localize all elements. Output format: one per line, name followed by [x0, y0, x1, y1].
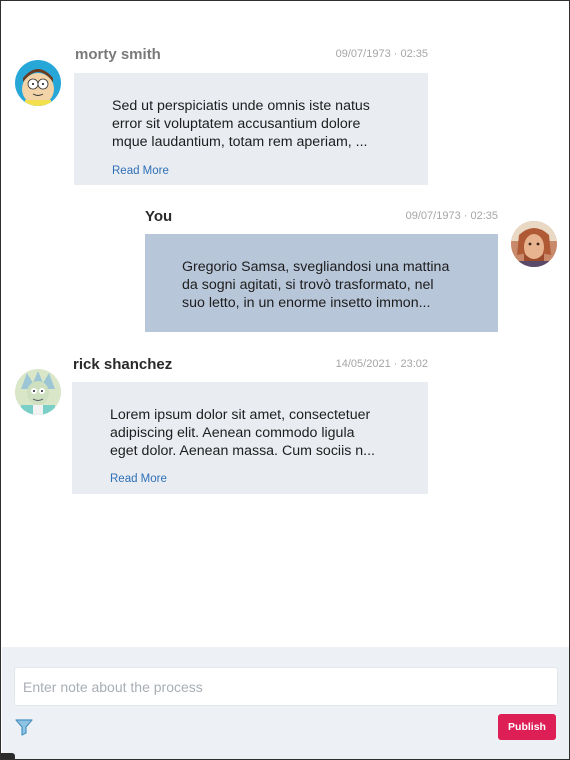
message-author: morty smith: [75, 46, 161, 63]
publish-button[interactable]: Publish: [498, 714, 556, 740]
corner-indicator: [1, 753, 15, 759]
note-composer: Publish: [2, 647, 569, 759]
rick-avatar[interactable]: [15, 369, 61, 415]
message-timestamp: 09/07/1973 · 02:35: [335, 48, 428, 60]
message-bubble: Lorem ipsum dolor sit amet, consectetuer…: [72, 382, 428, 494]
message-bubble: Sed ut perspiciatis unde omnis iste natu…: [74, 73, 428, 185]
message-timestamp: 14/05/2021 · 23:02: [335, 358, 428, 370]
message-text: Lorem ipsum dolor sit amet, consectetuer…: [110, 407, 375, 459]
message-text: Sed ut perspiciatis unde omnis iste natu…: [112, 98, 370, 150]
read-more-link[interactable]: Read More: [110, 473, 167, 485]
message-you: You 09/07/1973 · 02:35 Gregorio Samsa, s…: [1, 191, 569, 346]
message-author: You: [145, 208, 173, 225]
message-rick: rick shanchez 14/05/2021 · 23:02 Lorem i…: [1, 346, 569, 506]
message-morty: morty smith 09/07/1973 · 02:35 Sed ut pe…: [1, 1, 569, 191]
chat-window: morty smith 09/07/1973 · 02:35 Sed ut pe…: [0, 0, 570, 760]
morty-avatar[interactable]: [15, 60, 61, 106]
message-bubble: Gregorio Samsa, svegliandosi una mattina…: [145, 234, 498, 332]
message-text: Gregorio Samsa, svegliandosi una mattina…: [182, 259, 450, 311]
filter-icon[interactable]: [14, 718, 34, 736]
message-author: rick shanchez: [73, 356, 173, 373]
read-more-link[interactable]: Read More: [112, 165, 169, 177]
user-avatar[interactable]: [511, 221, 557, 267]
note-input[interactable]: [14, 667, 558, 706]
message-timestamp: 09/07/1973 · 02:35: [405, 210, 498, 222]
